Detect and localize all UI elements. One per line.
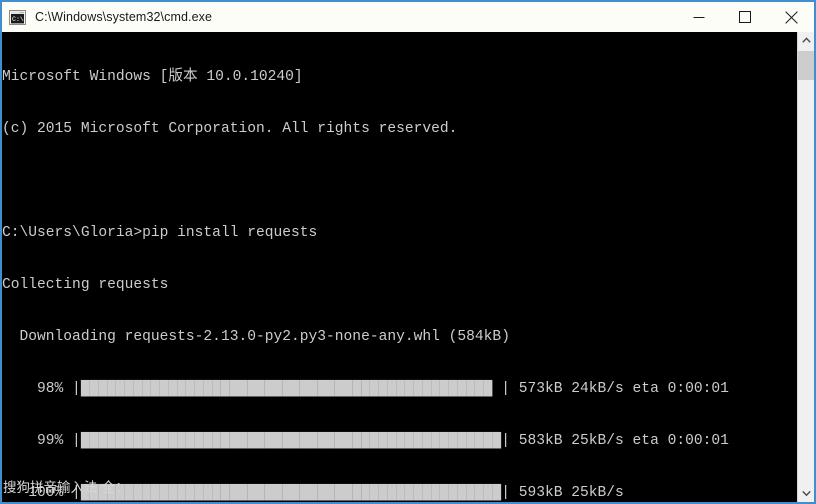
console-line: Microsoft Windows [版本 10.0.10240] [2, 68, 303, 85]
close-button[interactable] [768, 2, 814, 32]
console-text: Microsoft Windows [版本 10.0.10240] (c) 20… [2, 34, 729, 502]
minimize-icon [693, 17, 705, 18]
ime-separator: ： [115, 480, 129, 496]
scroll-down-button[interactable] [798, 485, 814, 502]
title-bar[interactable]: C:\ C:\Windows\system32\cmd.exe [2, 2, 814, 32]
ime-status-bar[interactable]: 搜狗拼音输入法 全 ： [2, 476, 129, 496]
ime-mode[interactable]: 全 [102, 476, 116, 496]
minimize-button[interactable] [676, 2, 722, 32]
chevron-up-icon [801, 37, 811, 43]
maximize-button[interactable] [722, 2, 768, 32]
window-controls [676, 2, 814, 32]
console-line: Collecting requests [2, 276, 169, 293]
progress-line: 99% |███████████████████████████████████… [2, 432, 729, 449]
progress-line: 98% |███████████████████████████████████… [2, 380, 729, 397]
console-line-command: C:\Users\Gloria>pip install requests [2, 224, 318, 241]
ime-name: 搜狗拼音输入法 [3, 480, 98, 496]
console-line: Downloading requests-2.13.0-py2.py3-none… [2, 328, 510, 345]
cmd-window: C:\ C:\Windows\system32\cmd.exe Microsof… [0, 0, 816, 504]
scrollbar-track[interactable] [798, 49, 814, 485]
scrollbar-thumb[interactable] [798, 51, 814, 80]
svg-text:C:\: C:\ [12, 16, 24, 23]
vertical-scrollbar[interactable] [797, 32, 814, 502]
console-line: (c) 2015 Microsoft Corporation. All righ… [2, 120, 458, 137]
close-icon [784, 10, 798, 24]
window-title: C:\Windows\system32\cmd.exe [35, 10, 213, 24]
scroll-up-button[interactable] [798, 32, 814, 49]
maximize-icon [739, 11, 751, 23]
chevron-down-icon [801, 490, 811, 497]
cmd-console-icon: C:\ [9, 9, 26, 25]
console-output-area[interactable]: Microsoft Windows [版本 10.0.10240] (c) 20… [2, 32, 814, 502]
